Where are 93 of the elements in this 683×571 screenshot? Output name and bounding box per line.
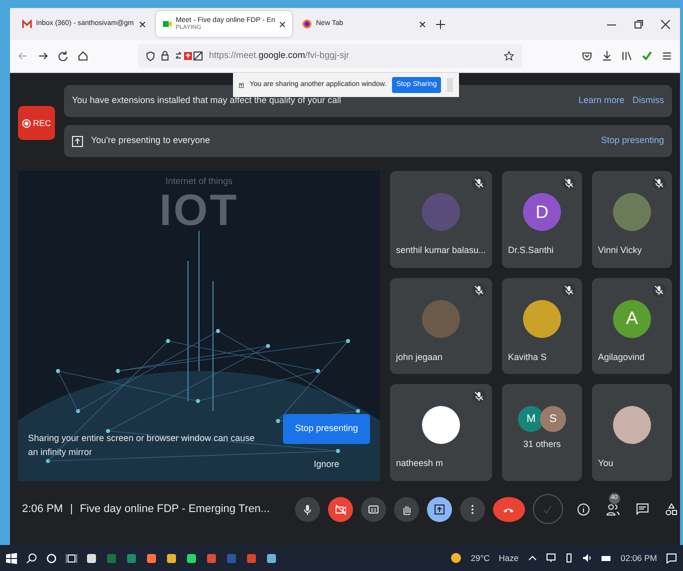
avatar-circle: S [540,406,566,432]
participant-name: Agilagovind [598,350,645,364]
pocket-icon[interactable] [582,51,592,61]
participant-name: natheesh m [396,457,444,470]
permissions-icon [175,51,203,61]
shield-icon [146,51,155,61]
slide-title: IOT [159,188,239,232]
forward-arrow-icon[interactable] [38,51,48,61]
chat-button[interactable] [636,502,649,516]
participant-name: senthil kumar balasu... [396,244,486,258]
people-icon [606,502,620,516]
camera-button[interactable] [328,496,353,522]
checkmark-icon[interactable] [642,51,652,61]
participant-name: Vinni Vicky [598,244,642,258]
meeting-title: Five day online FDP - Emerging Tren... [80,502,270,517]
upload-square-icon [239,80,244,90]
separator: | [70,502,73,517]
restore-icon[interactable] [634,20,643,28]
ignore-button[interactable]: Ignore [314,458,340,471]
globe-icon [302,19,312,29]
chat-icon [636,502,649,516]
check-button[interactable] [532,494,563,524]
participant-name: Dr.S.Santhi [508,244,554,258]
present-screen-icon [72,136,83,146]
usb-drive-icon[interactable] [564,553,573,563]
weather-condition: Haze [498,552,519,564]
mail-icon [22,19,32,29]
present-screen-icon [434,504,445,514]
notice-link[interactable]: Dismiss [632,94,664,108]
chevron-up-icon[interactable] [528,554,537,562]
bookmark-star-icon[interactable] [504,51,514,61]
raise-hand-icon [400,504,412,514]
display-icon[interactable] [546,553,556,563]
library-icon[interactable] [622,51,632,61]
participant-name: You [598,457,614,470]
search-icon[interactable] [26,552,37,564]
clock-time: 02:06 PM [620,552,657,564]
info-button[interactable] [576,502,590,516]
slide-subtitle: Internet of things [165,175,233,188]
stop-presenting-button[interactable]: Stop presenting [282,414,370,444]
participant-name: john jegaan [396,350,443,364]
avatar-circle: A [613,300,651,338]
avatar-photo-placeholder [422,406,460,444]
checkmark-icon [542,504,554,514]
close-icon[interactable] [419,20,426,28]
info-icon [576,502,590,516]
mic-button[interactable] [294,496,320,522]
avatar-photo-placeholder [422,300,460,338]
participant-name: Kavitha S [508,350,547,364]
new-tab-plus-icon[interactable] [436,20,445,28]
windows-logo-icon[interactable] [6,552,17,564]
menu-icon[interactable] [662,51,672,61]
avatar-circle: D [523,193,562,231]
avatar-photo-placeholder [422,193,460,231]
close-icon[interactable] [279,20,286,28]
raise-hand-button[interactable] [394,496,419,522]
url-text[interactable]: https://meet.google.com/fvi-bggj-sjr [209,49,350,63]
end-call-button[interactable] [492,496,525,522]
notification-icon[interactable] [666,552,677,564]
notice-link[interactable]: Learn more [578,94,624,108]
activities-button[interactable] [664,502,678,516]
avatar-circle: M [518,406,544,432]
captions-button[interactable] [360,496,386,522]
notice-link[interactable]: Stop presenting [600,134,664,148]
close-icon[interactable] [661,20,670,28]
notice-text: You're presenting to everyone [91,134,211,148]
lock-icon [161,51,169,61]
address-bar[interactable]: https://meet.google.com/fvi-bggj-sjr [138,44,522,68]
recording-button[interactable]: REC [18,106,55,140]
present-button[interactable] [426,496,452,522]
avatar-photo-placeholder [523,300,562,338]
video-camera-icon [162,19,172,29]
circle-icon[interactable] [46,552,57,564]
notice-text: You have extensions installed that may affect the quality of your call [72,94,342,108]
avatar-photo-placeholder [613,406,651,444]
temperature: 29°C [470,552,490,564]
participant-name: 31 others [523,438,561,452]
home-icon[interactable] [78,51,88,61]
weather-sun-icon [450,552,462,564]
close-icon[interactable] [139,20,146,28]
task-view-icon[interactable] [66,552,77,564]
shapes-icon [664,502,678,516]
record-icon [22,118,32,128]
infinity-mirror-warning: Sharing your entire screen or browser window can cause an infinity mirror [28,432,256,459]
speaker-icon[interactable] [582,553,592,563]
avatar-photo-placeholder [613,193,651,231]
reload-icon[interactable] [58,51,68,61]
download-icon[interactable] [602,51,612,61]
microphone-icon [302,504,313,514]
captions-icon [368,504,379,514]
camera-off-icon [334,504,346,514]
meeting-time: 2:06 PM [22,502,63,517]
battery-icon[interactable] [600,554,612,562]
